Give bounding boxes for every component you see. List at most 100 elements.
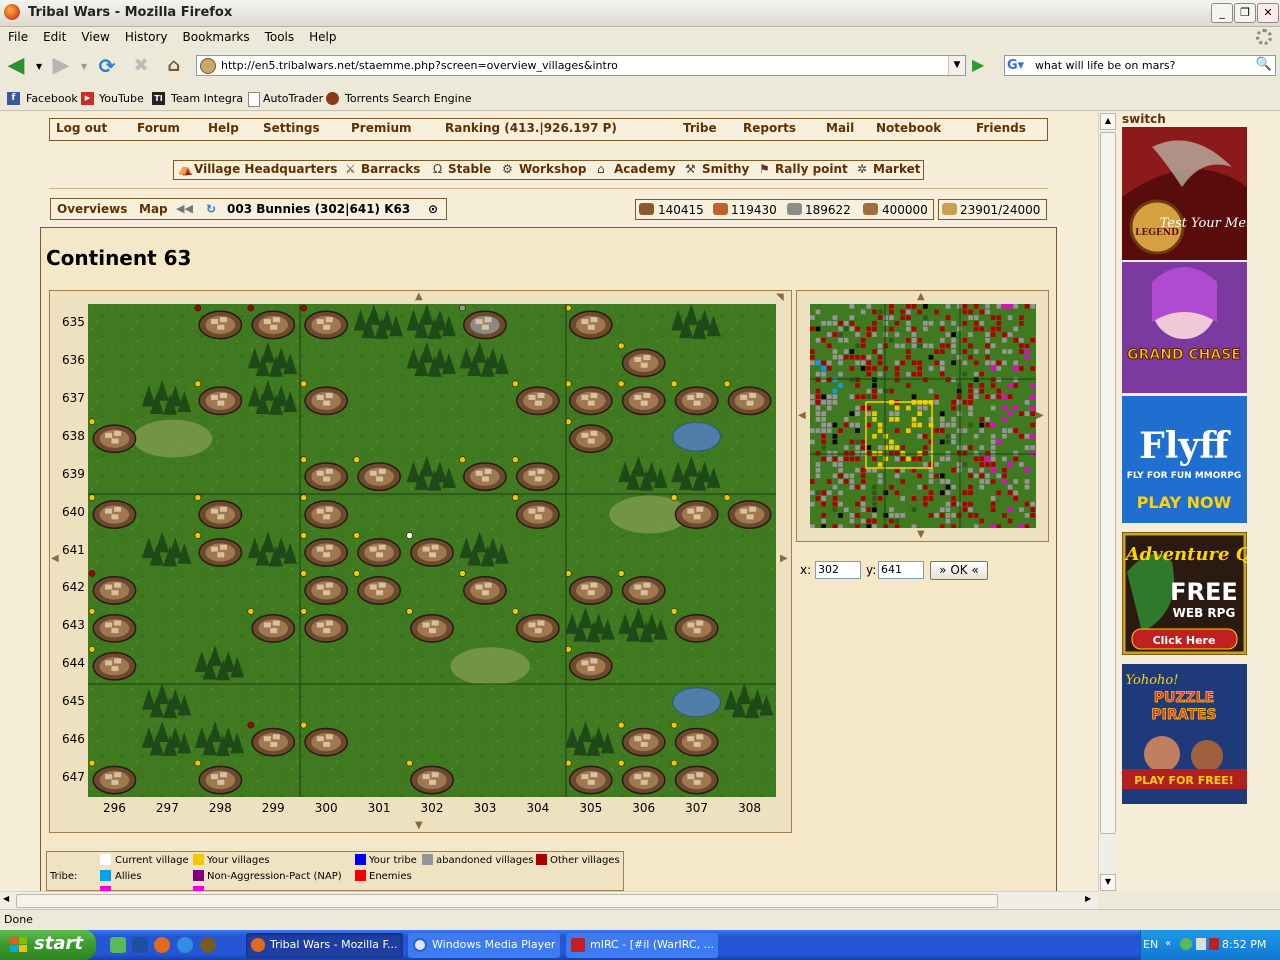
settings-link[interactable]: Settings: [263, 121, 320, 135]
scroll-up-icon[interactable]: ▲: [1100, 113, 1116, 130]
premium-link[interactable]: Premium: [351, 121, 412, 135]
menu-bookmarks[interactable]: Bookmarks: [175, 27, 257, 44]
go-button[interactable]: ▶: [972, 56, 990, 74]
forward-button[interactable]: ▶: [49, 54, 73, 78]
tray-messenger-icon[interactable]: [1180, 938, 1192, 950]
quicklaunch-desktop-icon[interactable]: [110, 937, 126, 953]
map-scroll-up-icon[interactable]: ▲: [415, 291, 423, 302]
bookmark-torrents[interactable]: Torrents Search Engine: [345, 92, 471, 105]
menu-tools[interactable]: Tools: [257, 27, 302, 44]
ok-button[interactable]: » OK «: [930, 561, 988, 580]
help-link[interactable]: Help: [208, 121, 239, 135]
refresh-village-icon[interactable]: ↻: [206, 202, 216, 216]
ranking-link[interactable]: Ranking (413.|926.197 P): [445, 121, 617, 135]
mail-link[interactable]: Mail: [826, 121, 854, 135]
maximize-button[interactable]: ❐: [1234, 3, 1256, 23]
minimap-cell: [945, 439, 951, 445]
ad-legend-of-the-dragon[interactable]: LEGEND Test Your Metal!: [1122, 127, 1247, 260]
friends-link[interactable]: Friends: [976, 121, 1026, 135]
menu-view[interactable]: View: [73, 27, 116, 44]
building-academy[interactable]: Academy: [614, 162, 676, 176]
tray-arrow-icon[interactable]: «: [1165, 938, 1171, 949]
village-dropdown-icon[interactable]: ⊙: [428, 202, 438, 216]
search-input[interactable]: what will life be on mars?: [1035, 59, 1175, 72]
forward-dropdown-icon[interactable]: ▼: [81, 62, 87, 71]
menu-history[interactable]: History: [117, 27, 175, 44]
minimap-down-icon[interactable]: ▼: [917, 529, 925, 540]
menu-file[interactable]: File: [0, 27, 35, 44]
reports-link[interactable]: Reports: [743, 121, 796, 135]
building-workshop[interactable]: Workshop: [519, 162, 586, 176]
map-scroll-right-icon[interactable]: ▶: [780, 553, 788, 564]
map-scroll-down-icon[interactable]: ▼: [415, 820, 423, 831]
scroll-left-icon[interactable]: ◀: [3, 894, 9, 903]
switch-link[interactable]: switch: [1122, 112, 1166, 126]
task-media-player[interactable]: Windows Media Player: [408, 933, 560, 958]
current-village-name[interactable]: 003 Bunnies (302|641) K63: [227, 202, 410, 216]
minimap[interactable]: [810, 304, 1036, 528]
vertical-scrollbar[interactable]: ▲ ▼: [1098, 112, 1116, 891]
google-icon[interactable]: G▾: [1007, 58, 1029, 73]
quicklaunch-photoshop-icon[interactable]: [132, 937, 148, 953]
search-bar[interactable]: G▾ what will life be on mars? 🔍: [1004, 55, 1276, 76]
task-mirc[interactable]: mIRC - [#il (WarIRC, ...: [566, 933, 718, 958]
back-button[interactable]: ◀: [4, 54, 28, 78]
building-smithy[interactable]: Smithy: [702, 162, 749, 176]
minimize-button[interactable]: _: [1211, 3, 1233, 23]
quicklaunch-wow-icon[interactable]: [200, 937, 216, 953]
address-bar[interactable]: http://en5.tribalwars.net/staemme.php?sc…: [196, 55, 966, 76]
map-link[interactable]: Map: [139, 202, 168, 216]
close-button[interactable]: ✕: [1257, 3, 1279, 23]
y-coord-input[interactable]: 641: [878, 561, 924, 579]
address-dropdown-icon[interactable]: ▼: [948, 56, 965, 75]
ad-puzzle-pirates[interactable]: Yohoho! PUZZLE PIRATES PLAY FOR FREE!: [1122, 664, 1247, 804]
ad-adventure-quest[interactable]: Adventure Quest FREE WEB RPG Click Here: [1122, 532, 1247, 655]
tray-security-icon[interactable]: [1209, 938, 1219, 950]
building-barracks[interactable]: Barracks: [361, 162, 420, 176]
menu-help[interactable]: Help: [301, 27, 343, 44]
minimap-left-icon[interactable]: ◀: [798, 410, 806, 421]
bookmark-team-integra[interactable]: Team Integra: [171, 92, 243, 105]
start-button[interactable]: start: [0, 930, 96, 960]
minimap-cell: [866, 450, 872, 456]
bookmark-autotrader[interactable]: AutoTrader: [263, 92, 323, 105]
tribe-link[interactable]: Tribe: [683, 121, 717, 135]
tray-network-icon[interactable]: [1196, 938, 1206, 950]
scroll-down-icon[interactable]: ▼: [1100, 874, 1116, 891]
back-dropdown-icon[interactable]: ▼: [36, 62, 42, 71]
menu-edit[interactable]: Edit: [35, 27, 73, 44]
map-scroll-upright-icon[interactable]: ◥: [776, 292, 784, 303]
prev-village-icon[interactable]: ◀◀: [176, 202, 193, 215]
village-map[interactable]: [88, 304, 776, 797]
language-indicator[interactable]: EN: [1143, 938, 1158, 951]
building-rally-point[interactable]: Rally point: [775, 162, 848, 176]
logout-link[interactable]: Log out: [56, 121, 107, 135]
home-button[interactable]: ⌂: [162, 54, 186, 78]
bookmark-youtube[interactable]: YouTube: [99, 92, 144, 105]
ad-grand-chase[interactable]: GRAND CHASE: [1122, 262, 1247, 393]
scroll-thumb[interactable]: [1100, 132, 1116, 834]
minimap-right-icon[interactable]: ▶: [1036, 410, 1044, 421]
stop-button[interactable]: ✖: [129, 54, 153, 78]
notebook-link[interactable]: Notebook: [876, 121, 941, 135]
building-headquarters[interactable]: Village Headquarters: [194, 162, 337, 176]
building-stable[interactable]: Stable: [448, 162, 491, 176]
quicklaunch-ie-icon[interactable]: [177, 937, 193, 953]
horizontal-scrollbar[interactable]: ◀ ▶: [0, 891, 1098, 909]
forum-link[interactable]: Forum: [137, 121, 180, 135]
overviews-link[interactable]: Overviews: [57, 202, 127, 216]
x-coord-input[interactable]: 302: [815, 561, 861, 579]
search-icon[interactable]: 🔍: [1255, 57, 1273, 74]
bookmark-facebook[interactable]: Facebook: [26, 92, 78, 105]
task-firefox[interactable]: Tribal Wars - Mozilla F...: [246, 933, 403, 958]
map-scroll-left-icon[interactable]: ◀: [51, 553, 59, 564]
minimap-cell: [860, 479, 866, 484]
minimap-up-icon[interactable]: ▲: [917, 291, 925, 302]
building-market[interactable]: Market: [873, 162, 921, 176]
hscroll-thumb[interactable]: [16, 894, 998, 908]
scroll-right-icon[interactable]: ▶: [1085, 894, 1091, 903]
ad-flyff[interactable]: Flyff FLY FOR FUN MMORPG PLAY NOW: [1122, 396, 1247, 523]
minimap-cell: [1030, 450, 1035, 456]
quicklaunch-firefox-icon[interactable]: [154, 937, 170, 953]
reload-button[interactable]: ⟳: [95, 54, 119, 78]
